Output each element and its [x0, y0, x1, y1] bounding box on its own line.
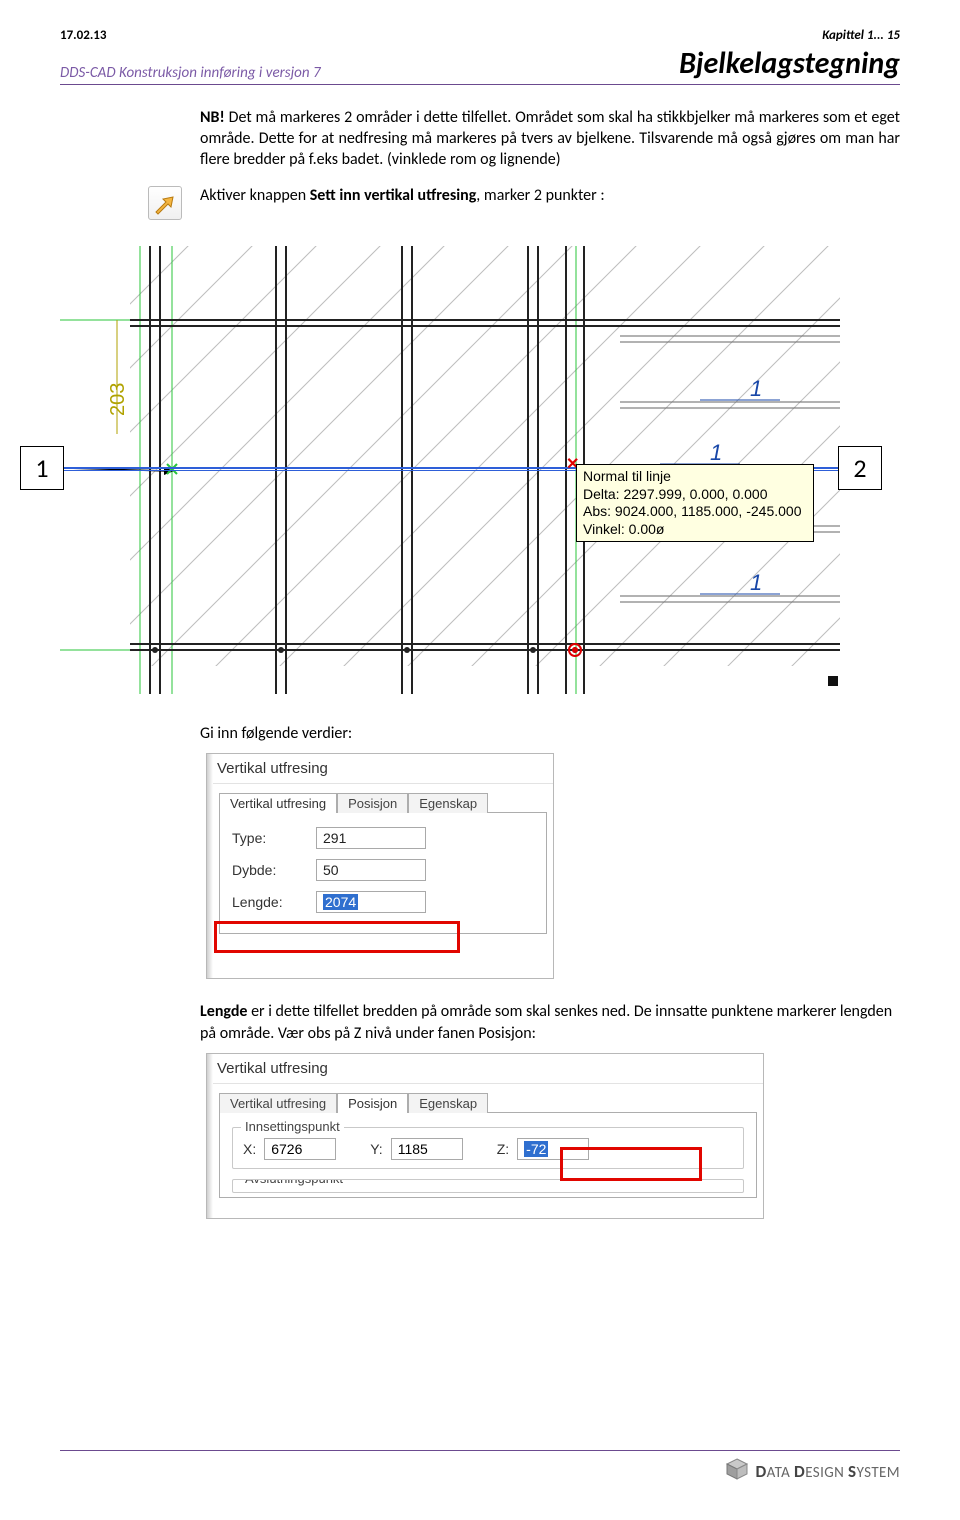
svg-text:1: 1 — [750, 376, 762, 401]
vertical-milling-icon[interactable] — [148, 186, 182, 220]
y-input[interactable]: 1185 — [391, 1138, 463, 1160]
x-input[interactable]: 6726 — [264, 1138, 336, 1160]
nb-prefix: NB! — [200, 108, 225, 127]
group-end-point: Avslutningspunkt — [241, 1179, 347, 1186]
brand-logo: DATA DESIGN SYSTEM — [725, 1457, 900, 1486]
length-word: Lengde — [200, 1002, 247, 1021]
x-label: X: — [243, 1141, 256, 1157]
intro-text: Det må markeres 2 områder i dette tilfel… — [200, 108, 900, 169]
values-subhead: Gi inn følgende verdier: — [200, 724, 900, 743]
z-value-selected: -72 — [524, 1141, 548, 1157]
length-explain: Lengde er i dette tilfellet bredden på o… — [200, 1001, 900, 1044]
arrow-tool-icon — [153, 191, 177, 215]
dialog1-title: Vertikal utfresing — [207, 754, 553, 784]
chapter-label: Kapittel 1... 15 — [822, 28, 900, 43]
length-value-selected: 2074 — [323, 894, 358, 910]
caption-pre: Aktiver knappen — [200, 186, 310, 205]
tooltip-line-3: Abs: 9024.000, 1185.000, -245.000 — [583, 503, 807, 521]
z-label: Z: — [497, 1141, 509, 1157]
dimension-203: 203 — [107, 383, 129, 416]
action-caption: Aktiver knappen Sett inn vertikal utfres… — [200, 186, 605, 205]
y-label: Y: — [370, 1141, 382, 1157]
highlight-z — [560, 1147, 702, 1181]
depth-input[interactable]: 50 — [316, 859, 426, 881]
depth-label: Dybde: — [232, 862, 302, 878]
tooltip-line-2: Delta: 2297.999, 0.000, 0.000 — [583, 486, 807, 504]
tab2-vertical-milling[interactable]: Vertikal utfresing — [219, 1093, 337, 1113]
dialog2-title: Vertikal utfresing — [207, 1054, 763, 1084]
document-subtitle: DDS-CAD Konstruksjon innføring i versjon… — [60, 64, 321, 82]
svg-text:1: 1 — [710, 440, 722, 465]
page-date: 17.02.13 — [60, 28, 106, 43]
brand-text: DATA DESIGN SYSTEM — [755, 1461, 900, 1482]
tooltip-line-1: Normal til linje — [583, 468, 807, 486]
type-label: Type: — [232, 830, 302, 846]
tab2-properties[interactable]: Egenskap — [408, 1093, 488, 1113]
svg-text:1: 1 — [750, 570, 762, 595]
tooltip-line-4: Vinkel: 0.00ø — [583, 521, 807, 539]
cube-icon — [725, 1457, 749, 1486]
tab-properties[interactable]: Egenskap — [408, 793, 488, 813]
marker-1: 1 — [20, 446, 64, 490]
snap-tooltip: Normal til linje Delta: 2297.999, 0.000,… — [576, 464, 814, 542]
intro-paragraph: NB! Det må markeres 2 områder i dette ti… — [200, 107, 900, 170]
type-input[interactable]: 291 — [316, 827, 426, 849]
tab-vertical-milling[interactable]: Vertikal utfresing — [219, 793, 337, 813]
tab2-position[interactable]: Posisjon — [337, 1093, 408, 1113]
length-input[interactable]: 2074 — [316, 891, 426, 913]
highlight-length — [214, 921, 460, 953]
caption-post: , marker 2 punkter : — [476, 186, 604, 205]
caption-bold: Sett inn vertikal utfresing — [310, 186, 477, 205]
group-insertion-point: Innsettingspunkt — [241, 1119, 344, 1134]
length-explain-rest: er i dette tilfellet bredden på område s… — [200, 1002, 892, 1043]
dialog-position: Vertikal utfresing Vertikal utfresing Po… — [206, 1053, 764, 1219]
length-label: Lengde: — [232, 894, 302, 910]
marker-2: 2 — [838, 446, 882, 490]
page-title: Bjelkelagstegning — [679, 45, 900, 82]
tab-position[interactable]: Posisjon — [337, 793, 408, 813]
